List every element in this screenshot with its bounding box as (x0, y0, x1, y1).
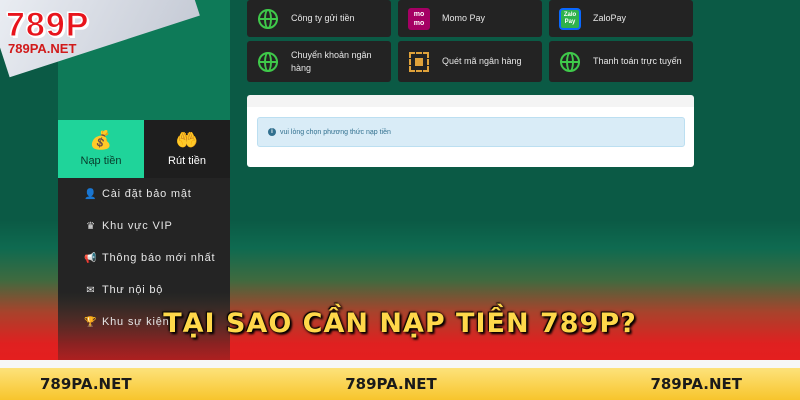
menu-item-inbox[interactable]: ✉ Thư nội bộ (58, 274, 230, 306)
user-lock-icon: 👤 (84, 188, 98, 200)
menu-item-label: Khu vực VIP (102, 220, 173, 232)
tab-deposit-label: Nạp tiền (80, 155, 122, 167)
momo-icon: mo mo (408, 7, 430, 30)
menu-item-label: Thư nội bộ (102, 284, 164, 296)
footer-link[interactable]: 789PA.NET (40, 375, 132, 393)
hand-money-icon: 🤲 (175, 130, 199, 150)
brand-logo: 789P (5, 6, 90, 45)
method-bank-transfer[interactable]: Chuyển khoản ngân hàng (247, 41, 391, 82)
footer-link[interactable]: 789PA.NET (345, 375, 437, 393)
method-label: Thanh toán trực tuyến (593, 56, 682, 66)
brand-logo-block[interactable]: 789P 789PA.NET (5, 6, 90, 57)
sidebar-menu: 👤 Cài đặt bảo mật ♛ Khu vực VIP 📢 Thông … (58, 178, 230, 368)
sidebar-tabs: 💰 Nạp tiền 🤲 Rút tiền (58, 120, 230, 178)
method-label: Chuyển khoản ngân hàng (291, 49, 372, 73)
crown-icon: ♛ (86, 220, 96, 232)
payment-methods-grid: Công ty gửi tiền mo mo Momo Pay Zalo Pay… (247, 0, 694, 82)
info-icon: i (268, 128, 276, 136)
method-company-deposit[interactable]: Công ty gửi tiền (247, 0, 391, 37)
brand-site-text: 789PA.NET (8, 41, 77, 56)
qr-code-icon (408, 51, 430, 73)
globe-icon (257, 8, 279, 30)
method-online-payment[interactable]: Thanh toán trực tuyến (549, 41, 693, 82)
headline: TẠI SAO CẦN NẠP TIỀN 789P? (163, 308, 637, 339)
method-bank-qr[interactable]: Quét mã ngân hàng (398, 41, 542, 82)
megaphone-icon: 📢 (84, 252, 98, 264)
info-alert: i vui lòng chọn phương thức nạp tiền (257, 117, 685, 147)
menu-item-label: Cài đặt bảo mật (102, 188, 192, 200)
deposit-panel: i vui lòng chọn phương thức nạp tiền (247, 95, 694, 167)
tab-deposit[interactable]: 💰 Nạp tiền (58, 120, 144, 178)
method-label: Công ty gửi tiền (291, 13, 355, 23)
footer-bar: 789PA.NET 789PA.NET 789PA.NET (0, 368, 800, 400)
method-label: ZaloPay (593, 13, 627, 23)
method-label: Momo Pay (442, 13, 486, 23)
method-label: Quét mã ngân hàng (442, 56, 522, 66)
tab-withdraw-label: Rút tiền (168, 155, 206, 167)
money-bag-icon: 💰 (89, 130, 113, 150)
info-message: vui lòng chọn phương thức nạp tiền (280, 128, 391, 136)
globe-icon (559, 51, 581, 73)
menu-item-security[interactable]: 👤 Cài đặt bảo mật (58, 178, 230, 210)
footer-link[interactable]: 789PA.NET (650, 375, 742, 393)
footer-divider (0, 360, 800, 368)
tab-withdraw[interactable]: 🤲 Rút tiền (144, 120, 230, 178)
zalopay-icon: Zalo Pay (559, 7, 581, 30)
menu-item-notifications[interactable]: 📢 Thông báo mới nhất (58, 242, 230, 274)
method-momo[interactable]: mo mo Momo Pay (398, 0, 542, 37)
menu-item-vip[interactable]: ♛ Khu vực VIP (58, 210, 230, 242)
menu-item-label: Thông báo mới nhất (102, 252, 216, 264)
method-zalopay[interactable]: Zalo Pay ZaloPay (549, 0, 693, 37)
globe-icon (257, 51, 279, 73)
envelope-icon: ✉ (86, 284, 96, 296)
